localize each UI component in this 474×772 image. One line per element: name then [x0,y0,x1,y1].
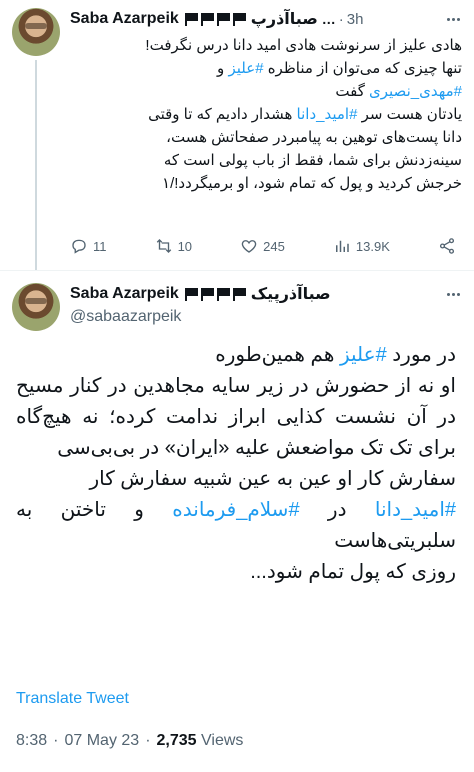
like-button[interactable]: 245 [240,237,285,255]
hashtag-link[interactable]: #علیز [340,344,387,366]
author-name-persian: صباآذرپیک [250,286,331,303]
hashtag-link[interactable]: #علیز [228,60,263,77]
bar-chart-icon [335,240,349,252]
black-flag-icon [216,287,231,301]
hashtag-link[interactable]: #امید_دانا [375,499,456,521]
black-flag-icon [232,287,247,301]
black-flag-icon [232,12,247,26]
reply-count: 11 [93,238,107,254]
more-options-icon[interactable] [447,18,460,21]
views-count: 13.9K [355,238,390,254]
retweet-count: 10 [177,238,193,254]
avatar[interactable] [12,8,60,56]
author-handle[interactable]: @sabaazarpeik [70,308,181,326]
views-label: Views [201,732,244,749]
thread-connector-line [35,60,37,270]
retweet-icon [156,239,171,253]
tweet-text: در مورد #علیز هم همین‌طوره او نه از حضور… [16,340,456,588]
separator-dot: · [145,732,151,749]
text-fragment: در [327,499,347,521]
avatar[interactable] [12,283,60,331]
views-count: 2,735 [156,732,197,749]
black-flag-icon [216,12,231,26]
text-fragment: و [217,60,225,77]
text-line: هادی علیز از سرنوشت هادی امید دانا درس ن… [145,37,462,54]
text-paragraph: او نه از حضورش در زیر سایه مجاهدین در کن… [16,375,456,459]
share-button[interactable] [438,237,456,255]
text-line: تنها چیزی که می‌توان از مناظره #علیز و [70,57,462,80]
views-button[interactable]: 13.9K [333,237,390,255]
text-line: دانا پست‌های توهین به پیامبردر صفحاتش هس… [166,129,462,146]
flag-emojis [184,12,247,26]
tweet-actions-bar: 11 10 245 13.9K [70,232,456,260]
separator-dot: · [53,732,59,749]
text-line: خرجش کردید و پول که تمام شود، او برمیگرد… [162,175,462,192]
share-icon [439,238,455,254]
hashtag-link[interactable]: #سلام_فرمانده [172,499,299,521]
text-line: #مهدی_نصیری گفت [70,80,462,103]
black-flag-icon [184,12,199,26]
tweet-author-row: Saba Azarpeik صباآذرپیک [70,283,331,305]
tweet-author-row: Saba Azarpeik صباآذرپ … · 3h [70,8,363,30]
tweet-divider [0,270,474,271]
text-fragment: هم همین‌طوره [215,344,335,366]
more-options-icon[interactable] [447,293,460,296]
author-name[interactable]: Saba Azarpeik [70,285,179,303]
tweet-timestamp[interactable]: 8:38 [16,732,47,749]
text-line: در مورد #علیز هم همین‌طوره [16,340,456,371]
flag-emojis [184,287,247,301]
reply-icon [72,239,86,254]
text-fragment: در مورد [392,344,456,366]
hashtag-link[interactable]: #مهدی_نصیری [369,83,462,100]
heart-icon [241,240,257,253]
black-flag-icon [184,287,199,301]
tweet-text: هادی علیز از سرنوشت هادی امید دانا درس ن… [70,34,462,195]
separator-dot: · [338,10,344,28]
tweet-time[interactable]: 3h [347,11,364,28]
text-line: سفارش کار او عین به عین شبیه سفارش کار [89,468,456,490]
thread-parent-tweet[interactable]: Saba Azarpeik صباآذرپ … · 3h هادی علیز ا… [0,0,474,270]
text-line: سینه‌زدنش برای شما، فقط از باب پولی است … [163,152,462,169]
author-name-persian: صباآذرپ [250,11,318,28]
name-truncation: … [321,11,336,27]
text-fragment: گفت [335,83,365,100]
hashtag-link[interactable]: #امید_دانا [297,106,358,123]
text-line: یادتان هست سر #امید_دانا هشدار دادیم که … [70,103,462,126]
reply-button[interactable]: 11 [70,237,107,255]
text-line: روزی که پول تمام شود... [250,561,456,583]
author-name[interactable]: Saba Azarpeik [70,10,179,28]
like-count: 245 [263,238,285,254]
black-flag-icon [200,287,215,301]
text-fragment: یادتان هست سر [361,106,462,123]
text-fragment: هشدار دادیم که تا وقتی [148,106,293,123]
tweet-metadata: 8:38 · 07 May 23 · 2,735 Views [16,732,243,750]
text-fragment: تنها چیزی که می‌توان از مناظره [267,60,462,77]
text-line: #امید_دانا در #سلام_فرمانده و تاختن به س… [16,495,456,557]
black-flag-icon [200,12,215,26]
translate-tweet-link[interactable]: Translate Tweet [16,690,129,708]
tweet-date[interactable]: 07 May 23 [64,732,139,749]
retweet-button[interactable]: 10 [155,237,192,255]
